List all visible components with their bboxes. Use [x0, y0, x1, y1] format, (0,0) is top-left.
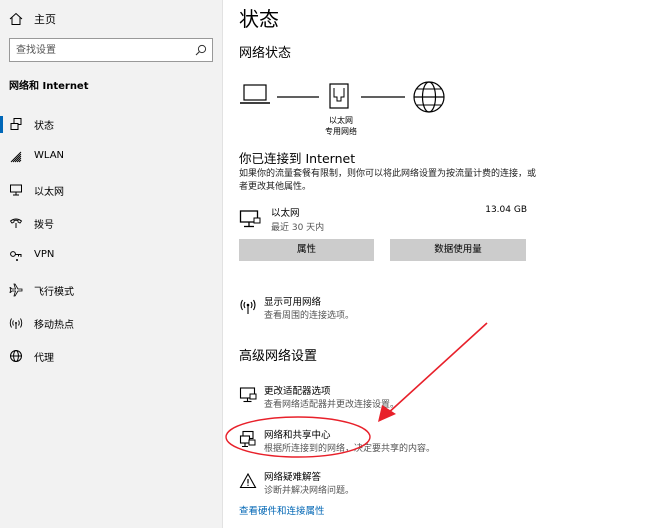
- airplane-icon: [9, 283, 23, 297]
- ethernet-period: 最近 30 天内: [271, 223, 325, 233]
- sharing-center-icon: [239, 430, 256, 448]
- sidebar-item-ethernet[interactable]: 以太网: [0, 176, 222, 204]
- sharing-center-title: 网络和共享中心: [264, 430, 331, 441]
- show-networks-subtitle: 查看周围的连接选项。: [264, 311, 355, 321]
- sidebar-item-label: 飞行模式: [34, 287, 74, 298]
- sidebar-item-dialup[interactable]: 拨号: [0, 209, 222, 237]
- home-nav-item[interactable]: 主页: [0, 6, 222, 32]
- search-box[interactable]: [9, 38, 213, 62]
- sidebar-item-hotspot[interactable]: 移动热点: [0, 309, 222, 337]
- network-status-heading: 网络状态: [239, 46, 292, 61]
- globe-icon: [10, 350, 22, 362]
- sidebar-section-title: 网络和 Internet: [9, 81, 89, 92]
- internet-globe-icon: [413, 81, 445, 113]
- sharing-center-subtitle: 根据所连接到的网络，决定要共享的内容。: [264, 444, 436, 454]
- sidebar-item-vpn[interactable]: VPN: [0, 242, 222, 270]
- sidebar-item-proxy[interactable]: 代理: [0, 342, 222, 370]
- ethernet-icon: [10, 184, 22, 196]
- home-label: 主页: [34, 13, 56, 26]
- home-icon: [9, 12, 23, 25]
- search-icon[interactable]: [195, 44, 207, 56]
- sidebar-item-wlan[interactable]: WLAN: [0, 143, 222, 171]
- connection-description: 如果你的流量套餐有限制，则你可以将此网络设置为按流量计费的连接，或者更改其他属性…: [239, 169, 537, 192]
- sidebar-item-status[interactable]: 状态: [0, 110, 222, 138]
- sidebar-item-airplane[interactable]: 飞行模式: [0, 276, 222, 304]
- dialup-icon: [9, 218, 23, 228]
- troubleshooter-title: 网络疑难解答: [264, 472, 322, 483]
- sidebar: 主页 网络和 Internet 状态 WLAN 以太网: [0, 0, 222, 528]
- hardware-properties-link[interactable]: 查看硬件和连接属性: [239, 503, 325, 517]
- sidebar-item-label: WLAN: [34, 150, 65, 161]
- ethernet-port-icon: [329, 83, 349, 109]
- wifi-icon: [10, 151, 22, 163]
- warning-icon: [239, 472, 257, 489]
- desktop-icon: [239, 210, 261, 228]
- network-troubleshooter-item[interactable]: 网络疑难解答 诊断并解决网络问题。: [239, 469, 539, 499]
- data-usage-button[interactable]: 数据使用量: [390, 239, 526, 261]
- status-icon: [10, 118, 22, 130]
- laptop-icon: [240, 84, 270, 104]
- antenna-icon: [240, 299, 256, 314]
- page-title: 状态: [239, 7, 279, 31]
- sidebar-item-label: 拨号: [34, 220, 54, 231]
- troubleshooter-subtitle: 诊断并解决网络问题。: [264, 486, 355, 496]
- network-sharing-center-item[interactable]: 网络和共享中心 根据所连接到的网络，决定要共享的内容。: [239, 427, 539, 457]
- topology-label-ethernet: 以太网: [329, 116, 353, 125]
- change-adapter-options-item[interactable]: 更改适配器选项 查看网络适配器并更改连接设置。: [239, 383, 539, 413]
- topology-label-private: 专用网络: [325, 127, 357, 136]
- sidebar-item-label: 移动热点: [34, 320, 74, 331]
- adapter-options-subtitle: 查看网络适配器并更改连接设置。: [264, 400, 400, 410]
- ethernet-name: 以太网: [271, 208, 300, 219]
- show-networks-title: 显示可用网络: [264, 297, 322, 308]
- sidebar-divider: [222, 0, 223, 528]
- search-input[interactable]: [10, 39, 190, 61]
- sidebar-item-label: 代理: [34, 353, 54, 364]
- sidebar-item-label: VPN: [34, 249, 55, 260]
- advanced-settings-heading: 高级网络设置: [239, 349, 318, 364]
- ethernet-connection-row: 以太网 最近 30 天内 13.04 GB: [239, 205, 529, 233]
- hotspot-icon: [9, 318, 23, 329]
- ethernet-usage: 13.04 GB: [485, 205, 527, 215]
- connected-heading: 你已连接到 Internet: [239, 151, 356, 166]
- vpn-icon: [10, 251, 22, 261]
- properties-button[interactable]: 属性: [239, 239, 374, 261]
- sidebar-item-label: 以太网: [34, 187, 64, 198]
- sidebar-item-label: 状态: [34, 121, 54, 132]
- adapter-icon: [239, 387, 257, 403]
- show-available-networks-item[interactable]: 显示可用网络 查看周围的连接选项。: [239, 294, 539, 324]
- adapter-options-title: 更改适配器选项: [264, 386, 331, 397]
